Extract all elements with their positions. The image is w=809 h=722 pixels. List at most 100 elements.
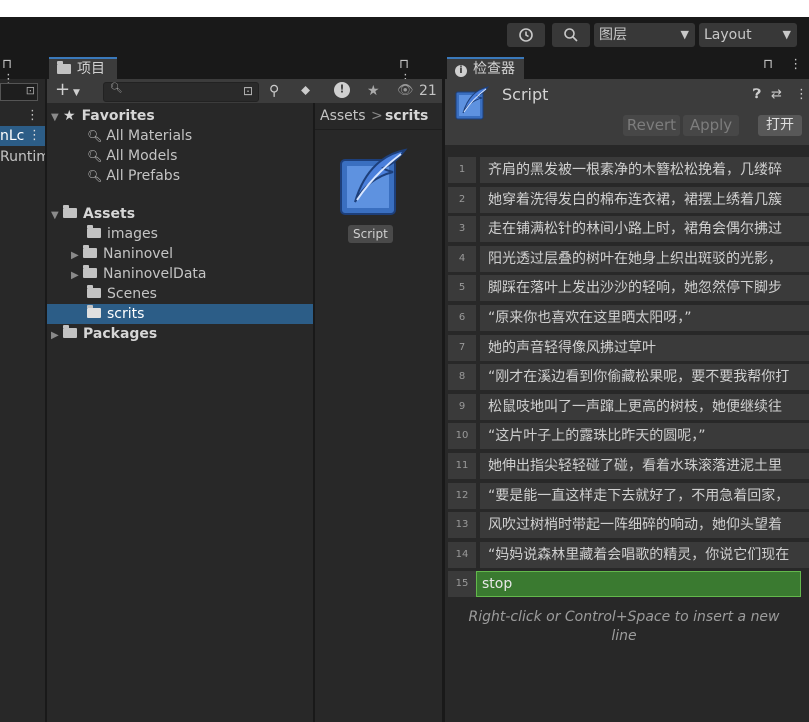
- line-number: 4: [448, 246, 476, 272]
- project-toolbar: + ▼ 🔍︎ ⊡ ⚲ ⬥ ! ★ 👁︎ 21: [47, 79, 442, 103]
- star-icon[interactable]: ★: [367, 81, 380, 101]
- tab-project-label: 项目: [77, 61, 105, 77]
- hierarchy-item-partial-2[interactable]: Runtim: [0, 147, 50, 167]
- script-line-input[interactable]: “这片叶子上的露珠比昨天的圆呢，”: [480, 423, 809, 449]
- folder-item[interactable]: images: [87, 224, 158, 244]
- line-number: 15: [448, 571, 476, 597]
- favorite-item[interactable]: 🔍︎ All Models: [87, 146, 177, 166]
- script-asset-icon: [455, 86, 490, 120]
- expand-triangle-icon: ▼: [51, 210, 59, 221]
- expand-icon: ⊡: [25, 84, 35, 97]
- line-number: 14: [448, 542, 476, 568]
- info-icon: i: [455, 65, 467, 77]
- script-line-input[interactable]: “要是能一直这样走下去就好了，不用急着回家，: [480, 483, 809, 509]
- packages-folder[interactable]: ▶ Packages: [51, 324, 157, 344]
- tab-project[interactable]: 项目: [49, 57, 117, 79]
- line-number: 8: [448, 364, 476, 390]
- assets-folder[interactable]: ▼ Assets: [51, 204, 135, 224]
- presets-icon[interactable]: ⇄: [771, 85, 782, 105]
- layers-dropdown[interactable]: 图层 ▼: [594, 23, 695, 47]
- more-icon[interactable]: ⋮: [28, 126, 41, 146]
- hierarchy-search-input[interactable]: ⊡: [0, 83, 38, 101]
- help-icon[interactable]: ❓︎: [753, 85, 761, 105]
- visibility-icon[interactable]: 👁︎: [397, 81, 414, 101]
- script-line-input[interactable]: 风吹过树梢时带起一阵细碎的响动，她仰头望着: [480, 512, 809, 538]
- script-line-input[interactable]: 脚踩在落叶上发出沙沙的轻响，她忽然停下脚步: [480, 275, 809, 301]
- search-button[interactable]: [552, 23, 590, 47]
- layout-dropdown[interactable]: Layout ▼: [699, 23, 797, 47]
- warning-icon[interactable]: !: [334, 82, 350, 98]
- favorites-header[interactable]: ▼ ★ Favorites: [51, 106, 155, 126]
- star-icon: ★: [63, 108, 76, 124]
- revert-button[interactable]: Revert: [623, 115, 680, 136]
- favorite-item[interactable]: 🔍︎ All Prefabs: [87, 166, 180, 186]
- hierarchy-item-partial-1: nLc: [0, 128, 25, 144]
- project-split-divider[interactable]: [313, 103, 315, 722]
- folder-icon: [57, 61, 71, 74]
- script-file-icon: [340, 148, 408, 215]
- history-button[interactable]: [507, 23, 545, 47]
- line-number: 6: [448, 305, 476, 331]
- window-top-edge: [0, 0, 809, 17]
- hierarchy-selected-row[interactable]: nLc ⋮: [0, 126, 45, 146]
- script-line-input[interactable]: “刚才在溪边看到你偷藏松果呢，要不要我帮你打: [480, 364, 809, 390]
- layers-label: 图层: [599, 27, 627, 43]
- script-line-input[interactable]: 阳光透过层叠的树叶在她身上织出斑驳的光影，: [480, 246, 809, 272]
- collapse-triangle-icon: ▶: [51, 330, 59, 341]
- project-search-input[interactable]: 🔍︎: [103, 82, 259, 102]
- script-line-input[interactable]: “原来你也喜欢在这里晒太阳呀，”: [480, 305, 809, 331]
- breadcrumb-root[interactable]: Assets: [320, 106, 366, 126]
- script-line-input-active[interactable]: stop: [476, 571, 801, 597]
- line-number: 2: [448, 187, 476, 213]
- folder-icon: [87, 285, 101, 298]
- expand-triangle-icon: ▼: [51, 112, 59, 123]
- breadcrumb-current[interactable]: scrits: [385, 106, 428, 126]
- open-folder-icon: [63, 205, 77, 218]
- folder-icon: [83, 265, 97, 278]
- line-number: 10: [448, 423, 476, 449]
- inspector-header: Script ❓︎ ⇄ ⋮ Revert Apply 打开: [445, 79, 809, 145]
- line-number: 3: [448, 216, 476, 242]
- search-icon: [564, 28, 578, 42]
- line-number: 12: [448, 483, 476, 509]
- folder-icon: [83, 245, 97, 258]
- script-line-input[interactable]: 她伸出指尖轻轻碰了碰，看着水珠滚落进泥土里: [480, 453, 809, 479]
- script-line-input[interactable]: 她的声音轻得像风拂过草叶: [480, 335, 809, 361]
- folder-item[interactable]: Scenes: [87, 284, 157, 304]
- more-icon[interactable]: ⋮: [26, 106, 39, 126]
- project-tabbar: 项目 ⊓ ⋮: [47, 54, 442, 87]
- main-toolbar: 图层 ▼ Layout ▼: [0, 17, 809, 54]
- insert-line-hint: Right-click or Control+Space to insert a…: [468, 609, 780, 644]
- tab-inspector-label: 检查器: [473, 61, 515, 77]
- line-number: 13: [448, 512, 476, 538]
- tab-inspector[interactable]: i 检查器: [447, 57, 524, 79]
- expand-icon[interactable]: ⊡: [243, 81, 253, 101]
- script-line-input[interactable]: “妈妈说森林里藏着会唱歌的精灵，你说它们现在: [480, 542, 809, 568]
- folder-icon: [87, 305, 101, 318]
- open-button[interactable]: 打开: [758, 115, 802, 136]
- line-number: 7: [448, 335, 476, 361]
- script-line-input[interactable]: 齐肩的黑发被一根素净的木簪松松挽着，几缕碎: [480, 157, 809, 183]
- line-number: 9: [448, 394, 476, 420]
- apply-button[interactable]: Apply: [683, 115, 739, 136]
- history-icon: [519, 28, 533, 42]
- folder-item[interactable]: ▶ NaninovelData: [71, 264, 206, 284]
- inspector-title: Script: [502, 85, 549, 104]
- script-line-input[interactable]: 她穿着洗得发白的棉布连衣裙，裙摆上绣着几簇: [480, 187, 809, 213]
- collapse-triangle-icon: ▶: [71, 270, 79, 281]
- folder-item[interactable]: ▶ Naninovel: [71, 244, 173, 264]
- lock-icon[interactable]: ⊓ ⋮: [763, 57, 808, 72]
- breadcrumb: Assets > scrits: [315, 103, 442, 130]
- folder-item-selected[interactable]: scrits: [47, 304, 313, 324]
- filter-by-type-icon[interactable]: ⚲: [269, 81, 279, 101]
- search-icon: 🔍︎: [110, 83, 123, 94]
- line-number: 1: [448, 157, 476, 183]
- chevron-down-icon: ▼: [782, 28, 791, 41]
- file-tile[interactable]: Script: [331, 146, 413, 246]
- filter-by-label-icon[interactable]: ⬥: [301, 81, 310, 101]
- add-button[interactable]: + ▼: [55, 80, 80, 100]
- script-line-input[interactable]: 走在铺满松针的林间小路上时，裙角会偶尔拂过: [480, 216, 809, 242]
- more-icon[interactable]: ⋮: [795, 85, 808, 105]
- script-line-input[interactable]: 松鼠吱地叫了一声蹿上更高的树枝，她便继续往: [480, 394, 809, 420]
- favorite-item[interactable]: 🔍︎ All Materials: [87, 126, 192, 146]
